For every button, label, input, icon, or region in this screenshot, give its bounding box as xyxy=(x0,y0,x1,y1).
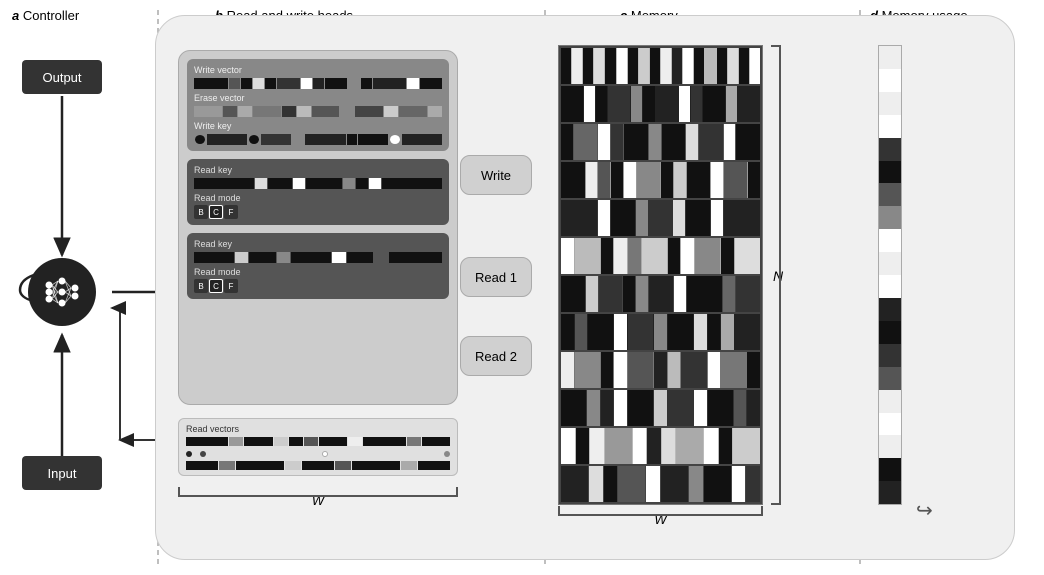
label-a: a Controller xyxy=(12,8,79,23)
bracket-n xyxy=(771,45,781,505)
diagram-container: a Controller b Read and write heads c Me… xyxy=(0,0,1044,575)
read1-group: Read key Read mode B C F xyxy=(187,159,449,225)
read1-mode-c[interactable]: C xyxy=(209,205,223,219)
read-vector-dots-1 xyxy=(186,449,450,458)
neural-net-icon xyxy=(41,271,83,313)
read1-button[interactable]: Read 1 xyxy=(460,257,532,297)
read2-mode-label: Read mode xyxy=(194,267,442,277)
read2-mode-f[interactable]: F xyxy=(224,279,238,293)
read2-key-label: Read key xyxy=(194,239,442,249)
bracket-rw xyxy=(178,487,458,497)
erase-vector-bar xyxy=(194,106,442,117)
read2-key-bar xyxy=(194,252,442,263)
memory-grid xyxy=(558,45,763,505)
read-vectors-group: Read vectors xyxy=(178,418,458,476)
self-loop-symbol: ↩ xyxy=(916,498,933,523)
input-box: Input xyxy=(22,456,102,490)
output-box: Output xyxy=(22,60,102,94)
usage-strip xyxy=(878,45,902,505)
write-key-label: Write key xyxy=(194,121,442,131)
read2-group: Read key Read mode B C F xyxy=(187,233,449,299)
controller-circle xyxy=(28,258,96,326)
read1-mode-buttons: B C F xyxy=(194,205,442,219)
read2-mode-buttons: B C F xyxy=(194,279,442,293)
read1-key-bar xyxy=(194,178,442,189)
read1-mode-f[interactable]: F xyxy=(224,205,238,219)
read-vectors-label: Read vectors xyxy=(186,424,450,434)
read2-mode-c[interactable]: C xyxy=(209,279,223,293)
write-group: Write vector Erase vector Write key xyxy=(187,59,449,151)
write-button[interactable]: Write xyxy=(460,155,532,195)
read-vector-bar-2 xyxy=(186,461,450,470)
read2-button[interactable]: Read 2 xyxy=(460,336,532,376)
read1-mode-b[interactable]: B xyxy=(194,205,208,219)
bracket-memory xyxy=(558,506,763,516)
write-vector-bar xyxy=(194,78,442,89)
rw-inner-box: Write vector Erase vector Write key xyxy=(178,50,458,405)
read-vector-bar-1 xyxy=(186,437,450,446)
erase-vector-label: Erase vector xyxy=(194,93,442,103)
write-key-bar xyxy=(194,134,442,145)
read1-key-label: Read key xyxy=(194,165,442,175)
read2-mode-b[interactable]: B xyxy=(194,279,208,293)
read1-mode-label: Read mode xyxy=(194,193,442,203)
write-vector-label: Write vector xyxy=(194,65,442,75)
